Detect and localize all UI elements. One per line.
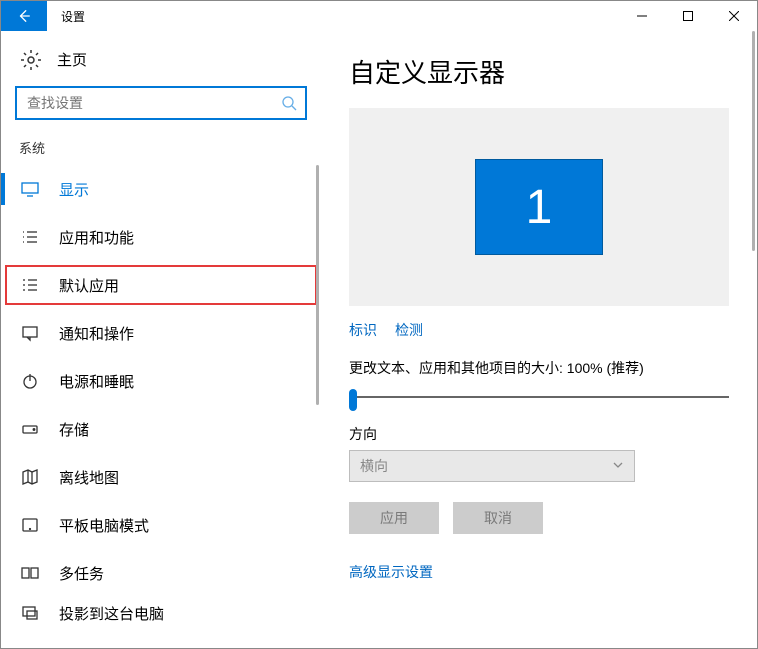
sidebar-item-label: 显示 (59, 179, 89, 200)
defaults-icon (21, 276, 39, 294)
home-button[interactable]: 主页 (1, 31, 321, 86)
home-label: 主页 (57, 49, 87, 70)
sidebar-item-storage[interactable]: 存储 (1, 405, 321, 453)
main-scrollbar[interactable] (752, 31, 755, 648)
main-scrollbar-thumb[interactable] (752, 31, 755, 251)
chevron-down-icon (612, 458, 624, 474)
tablet-icon (21, 516, 39, 534)
maximize-icon (683, 11, 693, 21)
minimize-icon (637, 11, 647, 21)
sidebar-item-apps[interactable]: 应用和功能 (1, 213, 321, 261)
sidebar-section-label: 系统 (1, 138, 321, 165)
sidebar-item-label: 默认应用 (59, 275, 119, 296)
close-icon (729, 11, 739, 21)
back-button[interactable] (1, 1, 47, 31)
sidebar-item-project[interactable]: 投影到这台电脑 (1, 597, 321, 629)
orientation-value: 横向 (360, 456, 388, 476)
page-title: 自定义显示器 (349, 53, 729, 90)
monitor-number: 1 (526, 180, 553, 235)
search-box[interactable] (15, 86, 307, 120)
titlebar: 设置 (1, 1, 757, 31)
sidebar-item-offline-maps[interactable]: 离线地图 (1, 453, 321, 501)
identify-link[interactable]: 标识 (349, 320, 377, 340)
search-icon (281, 95, 297, 111)
sidebar-item-notifications[interactable]: 通知和操作 (1, 309, 321, 357)
back-arrow-icon (17, 9, 31, 23)
slider-thumb[interactable] (349, 389, 357, 411)
orientation-select[interactable]: 横向 (349, 450, 635, 482)
scale-label: 更改文本、应用和其他项目的大小: 100% (推荐) (349, 358, 729, 378)
project-icon (21, 604, 39, 622)
sidebar-item-display[interactable]: 显示 (1, 165, 321, 213)
sidebar-item-multitask[interactable]: 多任务 (1, 549, 321, 597)
gear-icon (21, 50, 41, 70)
sidebar-item-label: 离线地图 (59, 467, 119, 488)
display-preview[interactable]: 1 (349, 108, 729, 306)
apply-button[interactable]: 应用 (349, 502, 439, 534)
notifications-icon (21, 324, 39, 342)
window-title: 设置 (47, 1, 99, 31)
orientation-label: 方向 (349, 424, 729, 444)
sidebar-scrollbar-thumb[interactable] (316, 165, 319, 405)
apps-list-icon (21, 228, 39, 246)
detect-link[interactable]: 检测 (395, 320, 423, 340)
scale-slider[interactable] (349, 384, 729, 408)
sidebar-item-default-apps[interactable]: 默认应用 (1, 261, 321, 309)
sidebar-item-power[interactable]: 电源和睡眠 (1, 357, 321, 405)
sidebar-item-label: 存储 (59, 419, 89, 440)
sidebar-item-label: 通知和操作 (59, 323, 134, 344)
search-input[interactable] (25, 94, 281, 112)
main-content: 自定义显示器 1 标识 检测 更改文本、应用和其他项目的大小: 100% (推荐… (321, 31, 757, 648)
sidebar: 主页 系统 显示 (1, 31, 321, 648)
sidebar-item-label: 多任务 (59, 563, 104, 584)
sidebar-item-label: 投影到这台电脑 (59, 603, 164, 624)
multitask-icon (21, 564, 39, 582)
minimize-button[interactable] (619, 1, 665, 31)
maximize-button[interactable] (665, 1, 711, 31)
sidebar-item-label: 应用和功能 (59, 227, 134, 248)
monitor-icon (21, 180, 39, 198)
cancel-button[interactable]: 取消 (453, 502, 543, 534)
sidebar-item-label: 电源和睡眠 (59, 371, 134, 392)
monitor-tile[interactable]: 1 (475, 159, 603, 255)
sidebar-scrollbar[interactable] (316, 165, 319, 648)
power-icon (21, 372, 39, 390)
sidebar-item-label: 平板电脑模式 (59, 515, 149, 536)
storage-icon (21, 420, 39, 438)
sidebar-item-tablet-mode[interactable]: 平板电脑模式 (1, 501, 321, 549)
advanced-display-link[interactable]: 高级显示设置 (349, 562, 729, 582)
map-icon (21, 468, 39, 486)
sidebar-nav-list: 显示 应用和功能 默认应用 通知和操作 (1, 165, 321, 629)
slider-track (357, 396, 729, 398)
close-button[interactable] (711, 1, 757, 31)
